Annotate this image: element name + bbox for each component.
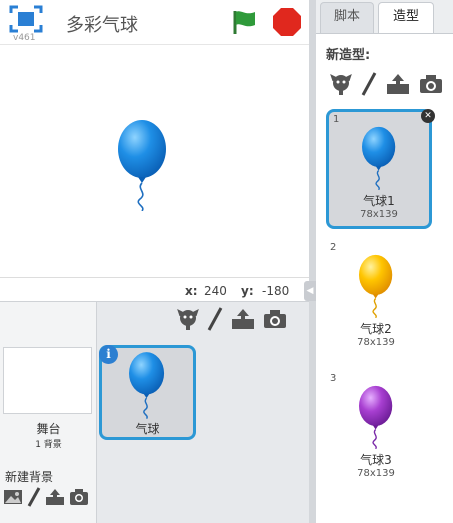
- new-sprite-tools: [177, 307, 287, 335]
- stage-column: 舞台 1 背景 新建背景: [0, 302, 97, 523]
- balloon-costume-thumbnail: [359, 254, 395, 322]
- costume-name: 气球1: [363, 194, 395, 208]
- sprite-tile[interactable]: i 气球: [99, 345, 196, 440]
- y-label: y:: [241, 284, 254, 298]
- stop-icon[interactable]: [272, 7, 302, 37]
- costume-number: 2: [330, 242, 337, 253]
- choose-costume-icon[interactable]: [330, 72, 352, 100]
- new-costume-tools: [330, 72, 443, 100]
- x-label: x:: [185, 284, 198, 298]
- balloon-sprite[interactable]: [118, 119, 170, 215]
- x-value: 240: [204, 284, 227, 298]
- costume-number: 1: [333, 114, 340, 125]
- version-label: v461: [13, 33, 36, 43]
- camera-costume-icon[interactable]: [419, 74, 443, 98]
- project-title[interactable]: 多彩气球: [66, 11, 138, 37]
- costume-number: 3: [330, 373, 337, 384]
- collapse-arrow-icon[interactable]: ◀: [304, 281, 316, 301]
- tab-costumes[interactable]: 造型: [378, 2, 434, 33]
- delete-costume-icon[interactable]: ✕: [421, 109, 435, 123]
- costume-name: 气球3: [360, 453, 392, 467]
- stage-coordinates: x: 240 y: -180: [0, 279, 309, 301]
- costume-item[interactable]: 2 气球2 78x139: [326, 240, 432, 360]
- new-costume-label: 新造型:: [326, 48, 371, 63]
- editor-panel: 脚本 造型 新造型: 1 ✕ 气球1 78x139 2 气球2 78x139 3…: [316, 0, 453, 523]
- panel-divider: [309, 0, 316, 523]
- stage-canvas[interactable]: [0, 44, 309, 278]
- choose-backdrop-icon[interactable]: [3, 488, 23, 510]
- tab-scripts[interactable]: 脚本: [320, 2, 374, 33]
- camera-sprite-icon[interactable]: [263, 309, 287, 333]
- green-flag-icon[interactable]: [231, 8, 259, 36]
- backdrop-tools: [3, 487, 89, 511]
- stage-header: v461 多彩气球: [0, 0, 310, 44]
- costume-size: 78x139: [357, 337, 395, 348]
- costume-name: 气球2: [360, 322, 392, 336]
- new-backdrop-label: 新建背景: [5, 470, 54, 484]
- balloon-costume-thumbnail: [359, 385, 395, 453]
- costume-item[interactable]: 1 ✕ 气球1 78x139: [326, 109, 435, 229]
- sprite-name: 气球: [135, 422, 160, 436]
- stage-thumbnail[interactable]: [3, 347, 92, 414]
- paint-costume-icon[interactable]: [361, 72, 377, 100]
- paint-backdrop-icon[interactable]: [27, 487, 41, 511]
- sprite-info-icon[interactable]: i: [99, 345, 118, 364]
- tab-bar: 脚本 造型: [316, 0, 453, 33]
- costume-size: 78x139: [357, 468, 395, 479]
- fullscreen-icon[interactable]: [9, 5, 43, 33]
- choose-sprite-icon[interactable]: [177, 307, 199, 335]
- upload-costume-icon[interactable]: [386, 73, 410, 99]
- stage-label: 舞台: [36, 422, 61, 436]
- balloon-sprite-thumbnail: [129, 351, 167, 423]
- upload-sprite-icon[interactable]: [231, 308, 255, 334]
- y-value: -180: [262, 284, 290, 298]
- costume-size: 78x139: [360, 209, 398, 220]
- costume-list: 新造型: 1 ✕ 气球1 78x139 2 气球2 78x139 3 气球3 7…: [316, 33, 453, 523]
- paint-sprite-icon[interactable]: [207, 307, 223, 335]
- upload-backdrop-icon[interactable]: [45, 488, 65, 510]
- balloon-costume-thumbnail: [362, 126, 398, 194]
- backdrop-count: 1 背景: [35, 440, 62, 450]
- costume-item[interactable]: 3 气球3 78x139: [326, 371, 432, 491]
- camera-backdrop-icon[interactable]: [69, 488, 89, 510]
- sprite-library: 舞台 1 背景 新建背景 i 气球: [0, 301, 309, 523]
